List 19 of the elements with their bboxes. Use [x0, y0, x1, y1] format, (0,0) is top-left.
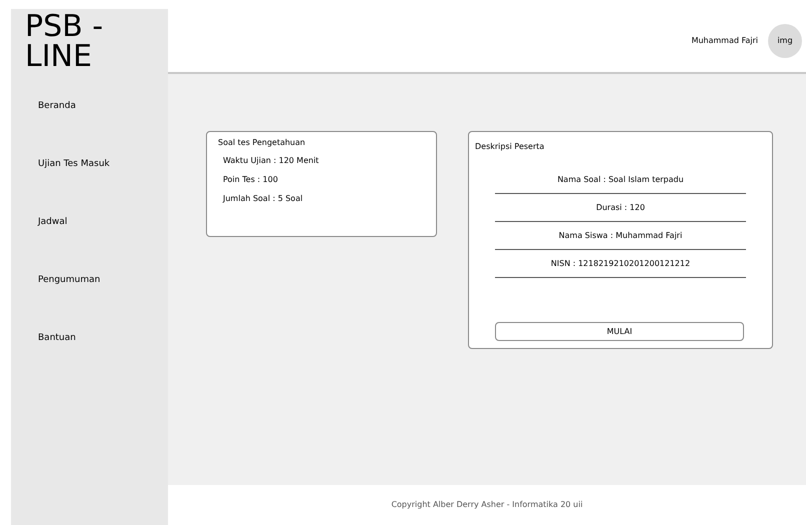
user-name: Muhammad Fajri: [691, 34, 758, 46]
logo: PSB - LINE: [25, 12, 104, 72]
info-field: Durasi : 120: [495, 194, 746, 222]
info-text: Jumlah Soal : 5 Soal: [223, 193, 304, 205]
sidebar-item[interactable]: Ujian Tes Masuk: [38, 156, 110, 173]
sidebar-item[interactable]: Bantuan: [38, 330, 76, 347]
avatar[interactable]: img: [768, 24, 802, 58]
card-title: Deskripsi Peserta: [475, 141, 546, 153]
sidebar-item[interactable]: Jadwal: [38, 214, 68, 231]
info-field: NISN : 1218219210201200121212: [495, 250, 746, 278]
start-button[interactable]: MULAI: [495, 322, 744, 341]
info-text: Waktu Ujian : 120 Menit: [223, 155, 320, 167]
info-field: Nama Soal : Soal Islam terpadu: [495, 166, 746, 194]
info-field: Nama Siswa : Muhammad Fajri: [495, 222, 746, 250]
footer-text: Copyright Alber Derry Asher - Informatika 20 uii: [391, 499, 583, 511]
sidebar-item[interactable]: Beranda: [38, 98, 76, 115]
info-text: Poin Tes : 100: [223, 174, 279, 186]
card-title: Soal tes Pengetahuan: [218, 137, 306, 149]
sidebar-item[interactable]: Pengumuman: [38, 272, 100, 289]
